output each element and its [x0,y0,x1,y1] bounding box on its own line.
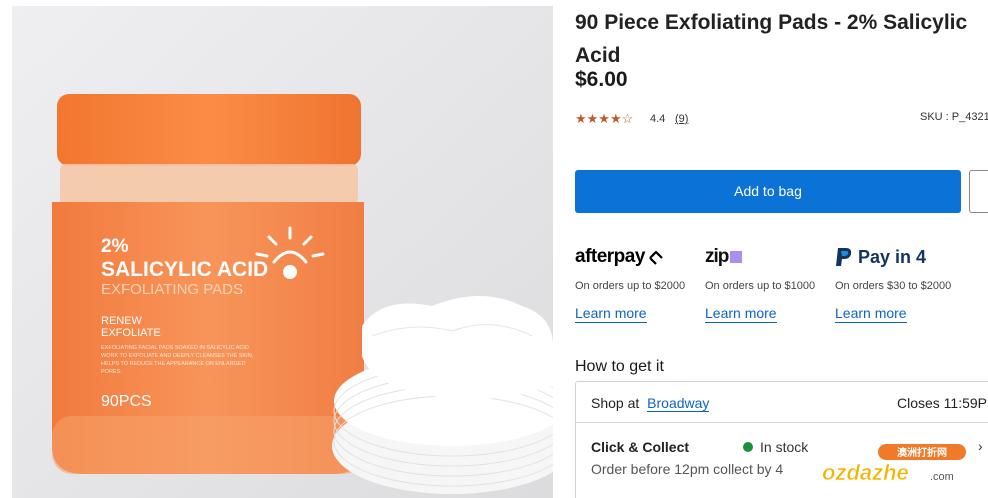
jar-desc: HELPS TO REDUCE THE APPEARANCE ON ENLARG… [101,361,246,367]
paypal-logo: Pay in 4 [835,244,955,270]
jar-desc: EXFOLIATING FACIAL PADS SOAKED IN SALICY… [101,345,249,351]
zip-option: zip On orders up to $1000 Learn more [705,244,825,323]
paypal-note: On orders $30 to $2000 [835,280,952,292]
store-link[interactable]: Broadway [647,395,710,412]
jar-desc: PORES. [101,369,122,375]
afterpay-learn-more-link[interactable]: Learn more [575,305,647,323]
zip-note: On orders up to $1000 [705,280,816,292]
in-stock-dot-icon [743,442,753,452]
watermark-cn: 澳洲打折网 [897,446,947,459]
shop-at-label: Shop at [591,395,640,411]
paypal-icon [836,248,852,266]
afterpay-logo: afterpay [575,244,695,270]
afterpay-arrows-icon [649,250,663,265]
rating-row: ★★★★☆ 4.4 (9) SKU : P_4321 [575,110,988,128]
jar-name: SALICYLIC ACID [101,258,268,281]
jar-desc: WORK TO EXFOLIATE AND DEEPLY CLEANSES TH… [101,353,254,359]
jar-count: 90PCS [101,393,152,410]
rating-stars-icon[interactable]: ★★★★☆ [575,111,633,127]
store-row: Shop at Broadway Closes 11:59P [591,395,988,412]
jar-tag-renew: RENEW [101,315,143,327]
wishlist-button[interactable] [969,170,988,213]
rating-value: 4.4 [650,113,666,125]
stock-label: In stock [760,439,809,455]
chevron-right-icon[interactable]: › [978,438,983,454]
zip-brand-icon [730,251,743,263]
jar-tag-exfoliate: EXFOLIATE [101,327,161,339]
zip-name: zip [705,246,729,267]
afterpay-note: On orders up to $2000 [575,280,686,292]
add-to-bag-button[interactable]: Add to bag [575,170,961,213]
paypal-option: Pay in 4 On orders $30 to $2000 Learn mo… [835,244,955,323]
afterpay-name: afterpay [575,246,645,267]
sku: SKU : P_4321 [920,111,988,123]
store-hours: Closes 11:59P [897,395,988,411]
divider [576,422,988,423]
product-image[interactable]: 2% SALICYLIC ACID EXFOLIATING PADS RENEW… [12,6,553,498]
zip-learn-more-link[interactable]: Learn more [705,305,777,323]
how-to-get-it-heading: How to get it [575,358,664,375]
paypal-name: Pay in 4 [858,246,927,267]
jar-percent: 2% [101,236,129,257]
watermark-latin: ozdazhe [822,460,909,485]
product-price: $6.00 [575,68,628,91]
watermark-suffix: .com [930,471,954,483]
ozdazhe-watermark: 澳洲打折网 ozdazhe .com [822,444,966,485]
paypal-learn-more-link[interactable]: Learn more [835,305,907,323]
review-count-link[interactable]: (9) [675,113,688,125]
click-collect-title: Click & Collect [591,439,690,455]
zip-logo: zip [705,244,825,270]
product-photo: 2% SALICYLIC ACID EXFOLIATING PADS RENEW… [12,6,553,498]
jar-subtitle: EXFOLIATING PADS [101,281,243,298]
product-info: 90 Piece Exfoliating Pads - 2% Salicylic… [575,0,988,498]
afterpay-option: afterpay On orders up to $2000 Learn mor… [575,244,695,323]
click-collect-note: Order before 12pm collect by 4 [591,461,784,477]
stock-status: In stock [743,439,808,455]
product-title: 90 Piece Exfoliating Pads - 2% Salicylic… [575,11,968,67]
